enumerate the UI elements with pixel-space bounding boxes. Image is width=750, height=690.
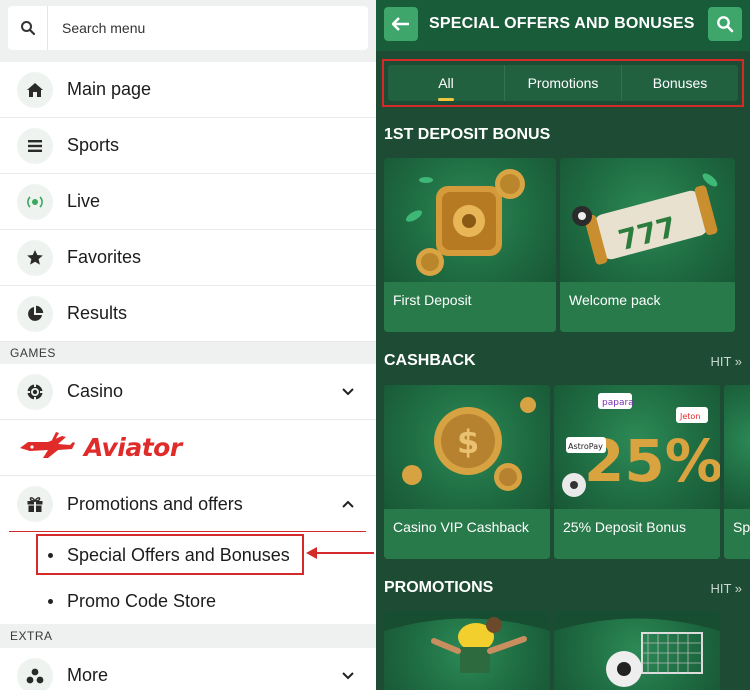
- football-player-illustration: [384, 611, 550, 690]
- offer-card-partial[interactable]: Sp: [724, 385, 750, 559]
- astropay-logo-text: AstroPay: [568, 442, 603, 451]
- menu-item-label: Favorites: [67, 247, 142, 267]
- search-icon: [717, 16, 734, 33]
- offers-title: SPECIAL OFFERS AND BONUSES: [429, 15, 695, 32]
- hit-link-promotions[interactable]: HIT »: [710, 581, 742, 596]
- menu-item-label: Live: [67, 191, 101, 211]
- search-icon[interactable]: [8, 6, 48, 50]
- offer-card-25-deposit-bonus[interactable]: 25% papara AstroPay Jeton 25% Deposit Bo…: [554, 385, 720, 559]
- menu-item-casino[interactable]: Casino: [0, 364, 376, 420]
- offer-card-title: 25% Deposit Bonus: [554, 509, 720, 559]
- bullet-icon: [48, 598, 53, 604]
- jeton-logo-text: Jeton: [679, 412, 700, 421]
- chevron-down-icon[interactable]: [342, 667, 354, 685]
- menu-item-live[interactable]: Live: [0, 174, 376, 230]
- section-header-games: GAMES: [0, 342, 376, 364]
- menu-item-label: Results: [67, 303, 128, 323]
- home-icon: [17, 71, 53, 108]
- offer-card-title: Sp: [724, 509, 750, 559]
- annotation-arrow-head: [306, 547, 317, 559]
- annotation-highlight-box: [36, 534, 304, 575]
- live-icon: [17, 183, 53, 220]
- tab-promotions[interactable]: Promotions: [504, 65, 621, 101]
- offers-tabs: All Promotions Bonuses: [388, 65, 738, 101]
- hit-link-cashback[interactable]: HIT »: [710, 354, 742, 369]
- offer-card-title: Welcome pack: [560, 282, 735, 332]
- offer-card-football-player[interactable]: [384, 611, 550, 690]
- offer-card-welcome-pack[interactable]: 777 Welcome pack: [560, 158, 735, 332]
- pie-chart-icon: [17, 295, 53, 332]
- menu-item-label: Promotions and offers: [67, 493, 243, 514]
- arrow-left-icon: [392, 17, 409, 31]
- back-button[interactable]: [384, 7, 418, 41]
- section-title-cashback: CASHBACK: [384, 352, 476, 369]
- offer-card-football-goal[interactable]: [554, 611, 720, 690]
- tab-bonuses[interactable]: Bonuses: [621, 65, 738, 101]
- percent-text: 25%: [584, 427, 720, 495]
- menu-item-main-page[interactable]: Main page: [0, 62, 376, 118]
- search-input[interactable]: [48, 20, 328, 36]
- annotation-tabs-box: All Promotions Bonuses: [382, 59, 744, 107]
- side-menu: Main page Sports Live Favorites Results …: [0, 0, 376, 690]
- offers-header: SPECIAL OFFERS AND BONUSES: [376, 0, 750, 51]
- submenu-item-special-offers[interactable]: Special Offers and Bonuses: [0, 532, 376, 578]
- list-icon: [17, 127, 53, 164]
- gift-icon: [17, 486, 53, 522]
- offer-card-first-deposit[interactable]: First Deposit: [384, 158, 556, 332]
- percent-illustration: 25% papara AstroPay Jeton: [554, 385, 720, 509]
- menu-item-label: More: [67, 665, 109, 685]
- tab-all[interactable]: All: [388, 65, 504, 101]
- aviator-plane-icon: [18, 428, 76, 467]
- casino-chip-icon: [17, 373, 53, 410]
- more-dots-icon: [17, 657, 53, 690]
- menu-item-promotions[interactable]: Promotions and offers: [0, 476, 376, 533]
- section-title-promotions: PROMOTIONS: [384, 579, 494, 596]
- offer-card-casino-vip-cashback[interactable]: $ Casino VIP Cashback: [384, 385, 550, 559]
- svg-text:$: $: [457, 423, 479, 461]
- annotation-arrow-line: [316, 552, 374, 554]
- submenu-item-promo-code-store[interactable]: Promo Code Store: [0, 578, 376, 624]
- star-icon: [17, 239, 53, 276]
- section-header-extra: EXTRA: [0, 624, 376, 648]
- search-bar: [0, 0, 376, 62]
- search-box[interactable]: [8, 6, 368, 50]
- partial-card-art: [724, 385, 750, 509]
- aviator-label: Aviator: [84, 433, 182, 462]
- menu-item-sports[interactable]: Sports: [0, 118, 376, 174]
- slot-reels-illustration: 777: [560, 158, 735, 282]
- offers-panel: SPECIAL OFFERS AND BONUSES All Promotion…: [376, 0, 750, 690]
- coins-illustration: $: [384, 385, 550, 509]
- safe-illustration: [384, 158, 556, 282]
- chevron-up-icon[interactable]: [342, 495, 354, 513]
- menu-item-label: Casino: [67, 381, 124, 401]
- menu-item-more[interactable]: More: [0, 648, 376, 690]
- section-title-first-deposit: 1ST DEPOSIT BONUS: [384, 126, 551, 143]
- chevron-down-icon[interactable]: [342, 383, 354, 401]
- offer-card-title: Casino VIP Cashback: [384, 509, 550, 559]
- papara-logo-text: papara: [602, 398, 634, 408]
- search-button[interactable]: [708, 7, 742, 41]
- football-goal-illustration: [554, 611, 720, 690]
- submenu-item-label: Promo Code Store: [67, 590, 217, 611]
- offer-card-title: First Deposit: [384, 282, 556, 332]
- menu-item-label: Main page: [67, 79, 152, 99]
- menu-item-label: Sports: [67, 135, 120, 155]
- menu-item-aviator[interactable]: Aviator: [0, 420, 376, 476]
- menu-item-results[interactable]: Results: [0, 286, 376, 342]
- menu-item-favorites[interactable]: Favorites: [0, 230, 376, 286]
